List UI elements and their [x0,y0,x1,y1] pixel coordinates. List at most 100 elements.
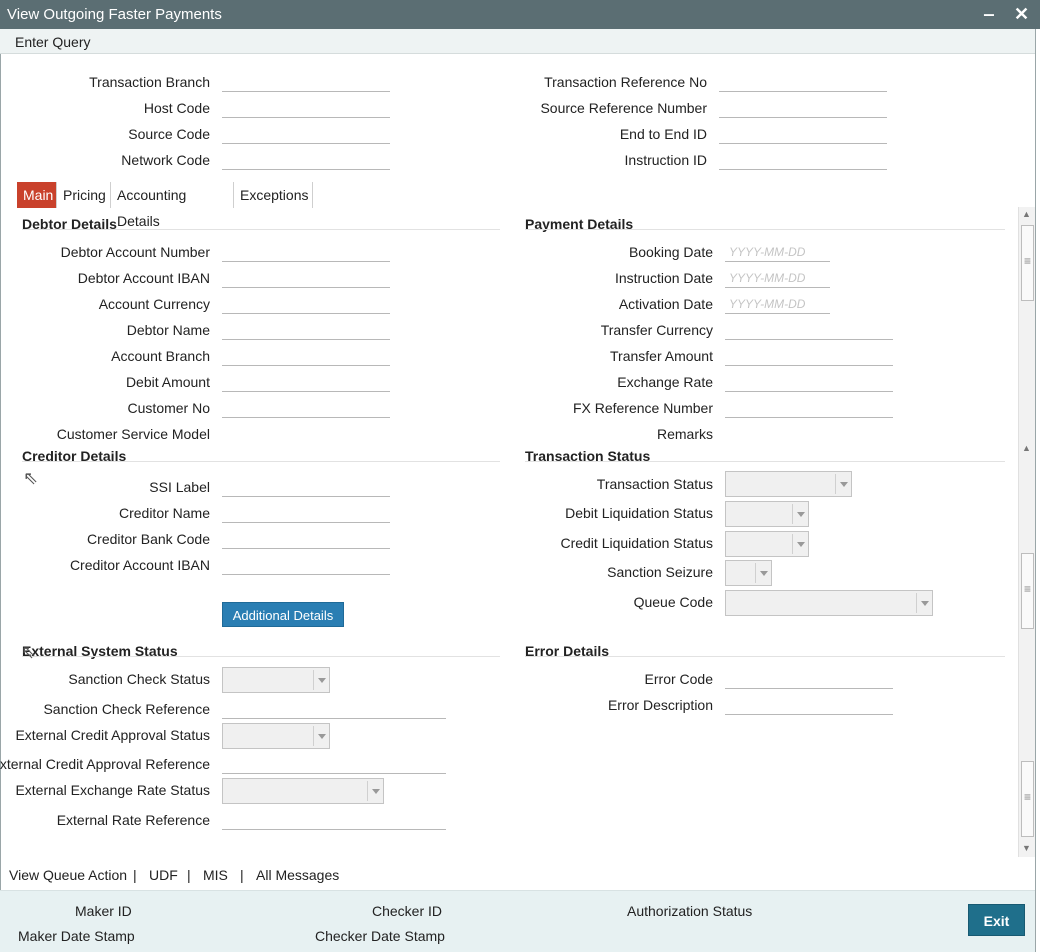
account-currency-field[interactable] [222,294,390,314]
account-branch-field[interactable] [222,346,390,366]
chevron-down-icon [313,670,329,690]
creditor-name-field[interactable] [222,503,390,523]
transaction-status-select[interactable] [725,471,852,497]
minimize-icon[interactable]: ‒ [984,3,994,25]
chevron-down-icon [367,781,383,801]
creditor-bank-code-field[interactable] [222,529,390,549]
credit-liquidation-status-select[interactable] [725,531,809,557]
transaction-reference-field[interactable] [719,72,887,92]
scroll-thumb[interactable] [1021,225,1034,301]
transfer-amount-label: Transfer Amount [610,348,713,364]
source-code-label: Source Code [128,126,210,142]
tab-pricing[interactable]: Pricing [57,182,111,208]
booking-date-label: Booking Date [628,244,713,260]
transfer-amount-field[interactable] [725,346,893,366]
close-icon[interactable]: ✕ [1014,3,1029,25]
external-rate-reference-field[interactable] [222,810,446,830]
section-divider [525,656,1005,657]
chevron-down-icon [916,593,932,613]
end-to-end-id-field[interactable] [719,124,887,144]
all-messages-link[interactable]: All Messages [256,867,339,883]
external-credit-approval-reference-label: External Credit Approval Reference [0,756,210,772]
sanction-check-status-select[interactable] [222,667,330,693]
checker-id-label: Checker ID [372,903,443,919]
booking-date-field[interactable] [725,242,830,262]
section-divider [22,229,500,230]
queue-code-label: Queue Code [633,594,713,610]
transaction-branch-label: Transaction Branch [89,74,210,90]
checker-date-stamp-label: Checker Date Stamp [315,928,445,944]
sanction-check-reference-label: Sanction Check Reference [43,701,210,717]
end-to-end-id-label: End to End ID [619,126,707,142]
debtor-account-number-field[interactable] [222,242,390,262]
source-code-field[interactable] [222,124,390,144]
network-code-field[interactable] [222,150,390,170]
audit-footer: Maker ID Maker Date Stamp Checker ID Che… [0,890,1035,952]
customer-service-model-label: Customer Service Model [56,426,210,442]
queue-code-select[interactable] [725,590,933,616]
debit-amount-label: Debit Amount [125,374,210,390]
enter-query-menu[interactable]: Enter Query [15,34,90,50]
sanction-check-reference-field[interactable] [222,699,446,719]
error-code-field[interactable] [725,669,893,689]
error-description-field[interactable] [725,695,893,715]
transfer-currency-label: Transfer Currency [600,322,713,338]
activation-date-label: Activation Date [618,296,713,312]
debit-liquidation-status-select[interactable] [725,501,809,527]
authorization-status-label: Authorization Status [627,903,753,919]
main-scrollbar[interactable]: ▼ [1018,457,1035,857]
chevron-down-icon [313,726,329,746]
instruction-date-field[interactable] [725,268,830,288]
scroll-down-icon[interactable]: ▼ [1022,843,1031,853]
link-separator: | [240,867,244,883]
instruction-date-label: Instruction Date [614,270,713,286]
transaction-branch-field[interactable] [222,72,390,92]
fx-reference-number-field[interactable] [725,398,893,418]
tab-exceptions[interactable]: Exceptions [234,182,313,208]
scroll-up-icon[interactable]: ▲ [1022,209,1031,219]
source-reference-field[interactable] [719,98,887,118]
section-divider [525,461,1005,462]
customer-no-field[interactable] [222,398,390,418]
title-bar: View Outgoing Faster Payments ‒ ✕ [0,0,1040,29]
exchange-rate-field[interactable] [725,372,893,392]
section-divider [525,229,1005,230]
debit-amount-field[interactable] [222,372,390,392]
host-code-field[interactable] [222,98,390,118]
chevron-down-icon [755,563,771,583]
debtor-name-label: Debtor Name [126,322,210,338]
ssi-label-label: SSI Label [149,479,210,495]
host-code-label: Host Code [143,100,210,116]
tab-accounting-details[interactable]: Accounting Details [111,182,234,229]
tab-main[interactable]: Main [17,182,57,208]
external-credit-approval-status-label: External Credit Approval Status [15,727,210,743]
link-separator: | [187,867,191,883]
view-queue-action-link[interactable]: View Queue Action [9,867,127,883]
upper-scrollbar[interactable]: ▲ ▲ [1018,207,1035,457]
external-exchange-rate-status-select[interactable] [222,778,384,804]
link-separator: | [133,867,137,883]
instruction-id-field[interactable] [719,150,887,170]
debtor-account-number-label: Debtor Account Number [60,244,210,260]
creditor-account-iban-field[interactable] [222,555,390,575]
ssi-label-field[interactable] [222,477,390,497]
external-credit-approval-status-select[interactable] [222,723,330,749]
credit-liquidation-status-label: Credit Liquidation Status [560,535,713,551]
additional-details-button[interactable]: Additional Details [222,602,344,627]
mis-link[interactable]: MIS [203,867,228,883]
transaction-status-label: Transaction Status [596,476,713,492]
debtor-name-field[interactable] [222,320,390,340]
sanction-check-status-label: Sanction Check Status [68,671,210,687]
remarks-label: Remarks [656,426,713,442]
external-credit-approval-reference-field[interactable] [222,754,446,774]
sanction-seizure-select[interactable] [725,560,772,586]
udf-link[interactable]: UDF [149,867,178,883]
exit-button[interactable]: Exit [968,904,1025,936]
scroll-up-icon[interactable]: ▲ [1022,443,1031,453]
error-description-label: Error Description [607,697,713,713]
scroll-thumb[interactable] [1021,761,1034,837]
transfer-currency-field[interactable] [725,320,893,340]
debtor-account-iban-field[interactable] [222,268,390,288]
activation-date-field[interactable] [725,294,830,314]
scroll-thumb[interactable] [1021,553,1034,629]
